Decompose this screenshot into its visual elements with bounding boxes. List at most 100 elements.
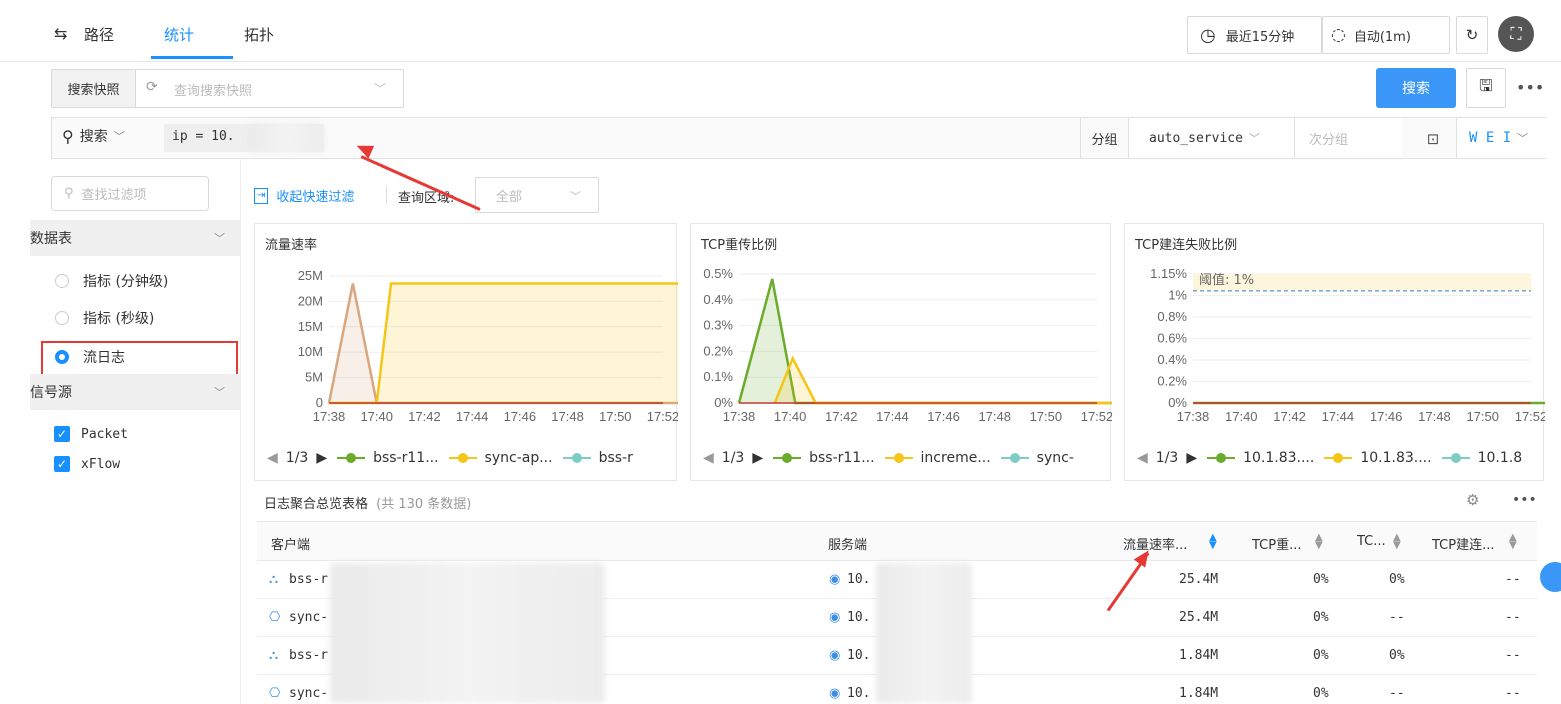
- col-server[interactable]: 服务端: [828, 534, 867, 553]
- tab-route[interactable]: 路径: [84, 24, 114, 45]
- floating-help-button[interactable]: [1540, 562, 1561, 592]
- save-button[interactable]: 🖫: [1466, 68, 1506, 108]
- x-tick-label: 17:40: [360, 409, 393, 424]
- snapshot-search-icon: ⟳: [146, 79, 158, 95]
- chart-panel-retrans: TCP重传比例 0.5% 0.4% 0.3% 0.2% 0.1% 0% 17:38 17:40…: [690, 223, 1112, 481]
- x-tick-label: 17:38: [313, 409, 346, 424]
- cell-tcp-retrans: 0%: [1313, 648, 1329, 663]
- cell-client: sync-: [289, 610, 329, 625]
- prev-page-icon[interactable]: ◀: [267, 450, 278, 466]
- y-tick-label: 1.15%: [1150, 266, 1187, 281]
- cell-tcp-connfail: --: [1505, 572, 1521, 587]
- sort-icon[interactable]: ▲ ▼: [1209, 533, 1217, 551]
- legend-marker-icon: [448, 453, 477, 463]
- legend-item[interactable]: increme...: [921, 450, 991, 466]
- y-tick-label: 0.5%: [703, 266, 733, 281]
- radio-second[interactable]: [55, 311, 69, 325]
- next-page-icon[interactable]: ▶: [1186, 450, 1197, 466]
- filter-search-input[interactable]: ⚲ 查找过滤项: [51, 176, 209, 211]
- legend-item[interactable]: bss-r11...: [809, 450, 874, 466]
- search-mode-select[interactable]: ⚲ 搜索 ﹀: [62, 126, 125, 146]
- radio-minute[interactable]: [55, 274, 69, 288]
- checkbox-xflow[interactable]: ✓: [54, 456, 70, 472]
- chevron-down-icon: ﹀: [214, 232, 225, 245]
- chart-title: TCP重传比例: [701, 238, 778, 253]
- legend-item[interactable]: sync-ap...: [485, 450, 553, 466]
- auto-refresh-button[interactable]: ◌ 自动(1m): [1322, 16, 1450, 54]
- service-icon: ⛬: [269, 648, 279, 663]
- checkbox-packet[interactable]: ✓: [54, 426, 70, 442]
- more-icon[interactable]: •••: [1516, 78, 1544, 97]
- subgroup-select[interactable]: 次分组: [1294, 118, 1402, 158]
- radio-flowlog[interactable]: [55, 350, 69, 364]
- y-tick-label: 0.3%: [703, 318, 733, 333]
- section-datatable[interactable]: 数据表 ﹀: [30, 220, 240, 256]
- search-button[interactable]: 搜索: [1376, 68, 1456, 108]
- snapshot-select[interactable]: 查询搜索快照: [174, 80, 252, 99]
- region-select[interactable]: 全部 ﹀: [475, 177, 599, 213]
- next-page-icon[interactable]: ▶: [316, 450, 327, 466]
- legend-item[interactable]: 10.1.83....: [1243, 450, 1314, 466]
- prev-page-icon[interactable]: ◀: [703, 450, 714, 466]
- legend-item[interactable]: bss-r11...: [373, 450, 438, 466]
- legend-marker-icon: [884, 453, 913, 463]
- redacted-client: [330, 563, 605, 703]
- next-page-icon[interactable]: ▶: [752, 450, 763, 466]
- table-header: 客户端 服务端 流量速率... ▲ ▼ TCP重... ▲ ▼ TC... ▲ ▼ T…: [257, 521, 1537, 561]
- tab-topology[interactable]: 拓扑: [244, 24, 274, 45]
- redacted-server: [876, 563, 972, 703]
- chevron-down-icon: ﹀: [1248, 132, 1260, 145]
- y-tick-label: 20M: [298, 293, 323, 308]
- y-tick-label: 0%: [1168, 395, 1187, 410]
- refresh-icon: ↻: [1465, 26, 1479, 44]
- collapse-filter-button[interactable]: ⇥ 收起快速过滤: [254, 186, 354, 205]
- prev-page-icon[interactable]: ◀: [1137, 450, 1148, 466]
- search-mode-label: 搜索: [79, 129, 108, 145]
- x-tick-label: 17:48: [551, 409, 584, 424]
- chevron-down-icon: ﹀: [570, 190, 581, 203]
- more-icon[interactable]: •••: [1512, 492, 1537, 508]
- refresh-button[interactable]: ↻: [1456, 16, 1488, 54]
- legend-item[interactable]: bss-r: [599, 450, 633, 466]
- sort-icon[interactable]: ▲ ▼: [1393, 533, 1401, 551]
- throughput-chart: 25M 20M 15M 10M 5M 017:38 17:40 17:42 17:44 17:46…: [298, 268, 678, 424]
- table-title: 日志聚合总览表格 (共 130 条数据): [264, 493, 471, 512]
- x-tick-label: 17:48: [1418, 409, 1451, 424]
- display-select[interactable]: W E I ﹀: [1456, 118, 1546, 158]
- region-label: 查询区域:: [398, 191, 455, 206]
- legend-item[interactable]: 10.1.83....: [1360, 450, 1431, 466]
- cell-server: 10.: [847, 572, 871, 587]
- col-tcp-connfail[interactable]: TCP建连...: [1432, 534, 1495, 553]
- column-settings-icon[interactable]: ⚙: [1466, 491, 1479, 509]
- legend-item[interactable]: sync-: [1037, 450, 1074, 466]
- cell-rate: 25.4M: [1179, 610, 1219, 625]
- section-source[interactable]: 信号源 ﹀: [30, 374, 240, 410]
- legend-marker-icon: [773, 453, 802, 463]
- col-tcp-retrans[interactable]: TCP重...: [1252, 534, 1302, 553]
- ip-icon: ◉: [829, 572, 841, 587]
- col-client[interactable]: 客户端: [271, 534, 310, 553]
- display-value: W E I: [1469, 130, 1512, 146]
- y-tick-label: 0: [316, 395, 323, 410]
- screenshot-button[interactable]: ⛶: [1498, 16, 1534, 52]
- legend-item[interactable]: 10.1.8: [1478, 450, 1523, 466]
- sort-icon[interactable]: ▲ ▼: [1315, 533, 1323, 551]
- cell-server: 10.: [847, 610, 871, 625]
- y-tick-label: 10M: [298, 344, 323, 359]
- search-icon: ⚲: [62, 126, 74, 146]
- cell-tcp-connfail: --: [1505, 610, 1521, 625]
- chart-legend: ◀ 1/3 ▶ bss-r11... increme... sync-: [703, 450, 1074, 466]
- preview-button[interactable]: ⊡: [1420, 126, 1446, 152]
- subgroup-placeholder: 次分组: [1309, 132, 1349, 148]
- tab-active-indicator: [151, 56, 233, 59]
- group-select[interactable]: auto_service ﹀: [1128, 118, 1294, 158]
- col-tc[interactable]: TC...: [1357, 534, 1386, 549]
- chevron-down-icon: ﹀: [1517, 132, 1529, 145]
- chevron-down-icon: ﹀: [113, 130, 125, 143]
- series-line: [773, 355, 1112, 405]
- tab-statistics[interactable]: 统计: [164, 24, 194, 45]
- sort-icon[interactable]: ▲ ▼: [1509, 533, 1517, 551]
- col-rate[interactable]: 流量速率...: [1123, 534, 1187, 553]
- chart-panel-throughput: 流量速率 25M 20M 15M 10M 5M 0 17:38 17:40 17:42 17:44…: [254, 223, 678, 481]
- time-range-button[interactable]: ◷ 最近15分钟: [1187, 16, 1322, 54]
